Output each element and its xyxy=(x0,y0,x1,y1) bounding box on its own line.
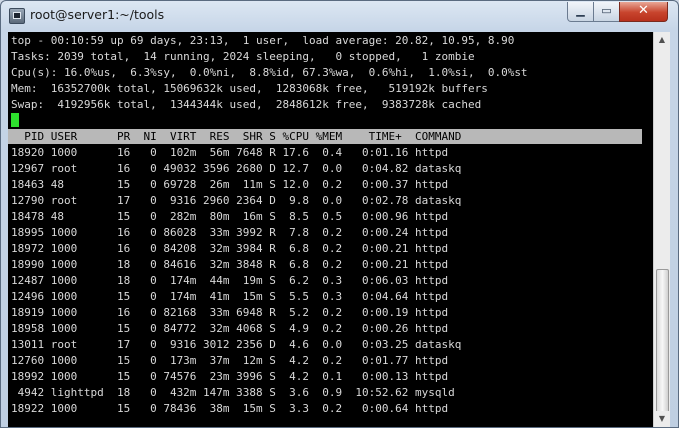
process-row: 18920 1000 16 0 102m 56m 7648 R 17.6 0.4… xyxy=(11,146,449,159)
window-title: root@server1:~/tools xyxy=(30,7,165,22)
maximize-button[interactable]: ▭ xyxy=(593,2,620,22)
text-cursor xyxy=(11,113,19,127)
title-bar[interactable]: root@server1:~/tools ▁ ▭ ✕ xyxy=(1,1,678,31)
process-row: 12967 root 16 0 49032 3596 2680 D 12.7 0… xyxy=(11,162,462,175)
swap-line: Swap: 4192956k total, 1344344k used, 284… xyxy=(11,98,482,111)
terminal-window: root@server1:~/tools ▁ ▭ ✕ top - 00:10:5… xyxy=(0,0,679,428)
process-row: 12487 1000 18 0 174m 44m 19m S 6.2 0.3 0… xyxy=(11,274,449,287)
process-row: 18992 1000 15 0 74576 23m 3996 S 4.2 0.1… xyxy=(11,370,449,383)
vertical-scrollbar[interactable]: ▲ ▼ xyxy=(653,32,670,427)
process-row: 18478 48 15 0 282m 80m 16m S 8.5 0.5 0:0… xyxy=(11,210,449,223)
process-row: 4942 lighttpd 18 0 432m 147m 3388 S 3.6 … xyxy=(11,386,455,399)
mem-line: Mem: 16352700k total, 15069632k used, 12… xyxy=(11,82,488,95)
process-row: 13011 root 17 0 9316 3012 2356 D 4.6 0.0… xyxy=(11,338,462,351)
header-columns: PID USER PR NI VIRT RES SHR S %CPU %MEM … xyxy=(11,130,462,143)
terminal-app-icon[interactable] xyxy=(9,8,25,24)
tasks-line: Tasks: 2039 total, 14 running, 2024 slee… xyxy=(11,50,475,63)
process-row: 18958 1000 15 0 84772 32m 4068 S 4.9 0.2… xyxy=(11,322,449,335)
terminal-screen[interactable]: top - 00:10:59 up 69 days, 23:13, 1 user… xyxy=(8,32,654,427)
scroll-down-arrow-icon[interactable]: ▼ xyxy=(654,411,670,427)
process-row: 18922 1000 15 0 78436 38m 15m S 3.3 0.2 … xyxy=(11,402,449,415)
terminal-area[interactable]: top - 00:10:59 up 69 days, 23:13, 1 user… xyxy=(8,32,670,427)
process-table-header: PID USER PR NI VIRT RES SHR S %CPU %MEM … xyxy=(8,129,642,144)
process-row: 18990 1000 18 0 84616 32m 3848 R 6.8 0.2… xyxy=(11,258,449,271)
process-row: 18995 1000 16 0 86028 33m 3992 R 7.8 0.2… xyxy=(11,226,449,239)
process-row: 12790 root 17 0 9316 2960 2364 D 9.8 0.0… xyxy=(11,194,462,207)
minimize-button[interactable]: ▁ xyxy=(567,2,594,22)
process-row: 12496 1000 15 0 174m 41m 15m S 5.5 0.3 0… xyxy=(11,290,449,303)
process-row: 18463 48 15 0 69728 26m 11m S 12.0 0.2 0… xyxy=(11,178,449,191)
close-button[interactable]: ✕ xyxy=(619,2,668,22)
process-row: 18919 1000 16 0 82168 33m 6948 R 5.2 0.2… xyxy=(11,306,449,319)
cpu-line: Cpu(s): 16.0%us, 6.3%sy, 0.0%ni, 8.8%id,… xyxy=(11,66,528,79)
scrollbar-thumb[interactable] xyxy=(656,269,669,413)
process-row: 12760 1000 15 0 173m 37m 12m S 4.2 0.2 0… xyxy=(11,354,449,367)
process-row: 18972 1000 16 0 84208 32m 3984 R 6.8 0.2… xyxy=(11,242,449,255)
uptime-line: top - 00:10:59 up 69 days, 23:13, 1 user… xyxy=(11,34,515,47)
scroll-up-arrow-icon[interactable]: ▲ xyxy=(654,32,670,48)
